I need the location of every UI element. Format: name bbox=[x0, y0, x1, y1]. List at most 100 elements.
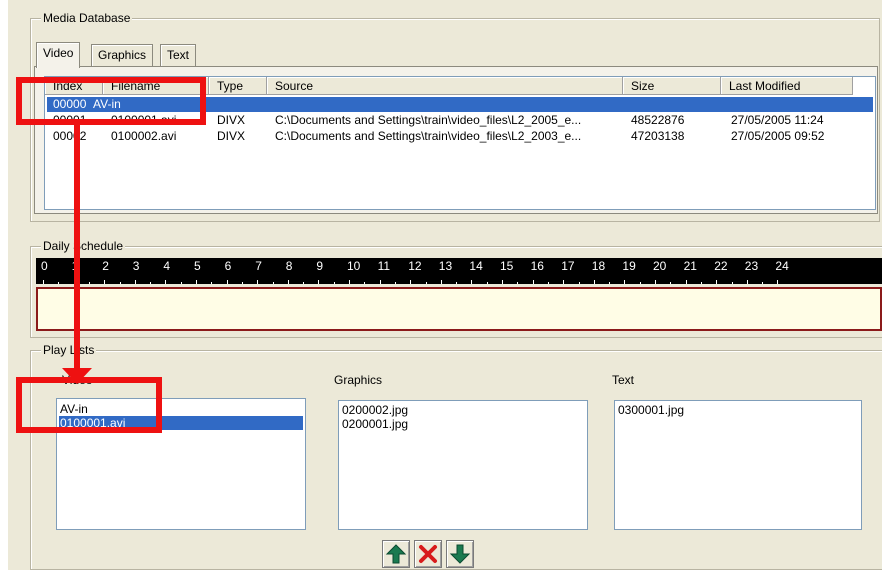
arrow-down-icon bbox=[449, 544, 471, 564]
cell-index: 00002 bbox=[53, 129, 87, 143]
arrow-up-icon bbox=[385, 544, 407, 564]
timeline-tick bbox=[394, 282, 396, 284]
schedule-track[interactable] bbox=[36, 287, 882, 331]
tab-video[interactable]: Video bbox=[36, 42, 81, 68]
timeline-tick bbox=[578, 282, 580, 284]
timeline-tick bbox=[593, 280, 595, 284]
table-row[interactable]: 00000 AV-in bbox=[47, 97, 873, 112]
column-header-source[interactable]: Source bbox=[267, 77, 623, 95]
timeline-tick bbox=[624, 280, 626, 284]
text-playlist[interactable]: 0300001.jpg bbox=[614, 400, 862, 530]
timeline-hour-label: 2 bbox=[102, 259, 109, 273]
timeline-tick bbox=[517, 282, 519, 284]
play-lists-title: Play Lists bbox=[41, 343, 97, 357]
video-playlist[interactable]: AV-in 0100001.avi bbox=[56, 398, 306, 530]
timeline-hour-label: 21 bbox=[683, 259, 697, 273]
timeline-hour-label: 3 bbox=[132, 259, 140, 273]
timeline-hour-label: 18 bbox=[591, 259, 606, 273]
table-row[interactable]: 00001 0100001.avi DIVX C:\Documents and … bbox=[47, 113, 873, 128]
timeline-tick bbox=[196, 280, 197, 284]
tab-video-label: Video bbox=[43, 46, 74, 60]
column-header-index[interactable]: Index bbox=[45, 77, 103, 95]
graphics-playlist[interactable]: 0200002.jpg 0200001.jpg bbox=[338, 400, 588, 530]
timeline-tick bbox=[547, 282, 549, 284]
cell-source: C:\Documents and Settings\train\video_fi… bbox=[275, 129, 582, 143]
timeline-tick bbox=[150, 282, 152, 284]
timeline-hour-label: 23 bbox=[744, 259, 759, 273]
timeline-tick bbox=[333, 282, 335, 284]
timeline-tick bbox=[88, 282, 90, 284]
timeline-tick bbox=[180, 282, 182, 284]
tab-graphics-label: Graphics bbox=[98, 48, 147, 62]
text-list-label: Text bbox=[612, 373, 635, 387]
list-item[interactable]: 0100001.avi bbox=[59, 416, 303, 430]
column-header-type[interactable]: Type bbox=[209, 77, 267, 95]
timeline-hour-label: 24 bbox=[775, 259, 789, 273]
timeline-tick bbox=[364, 282, 366, 284]
timeline-hour-label: 20 bbox=[653, 259, 667, 273]
timeline-tick bbox=[318, 280, 320, 284]
timeline-hour-label: 22 bbox=[714, 259, 728, 273]
timeline-hour-label: 13 bbox=[438, 259, 453, 273]
list-item[interactable]: AV-in bbox=[59, 402, 303, 416]
timeline-tick bbox=[425, 282, 427, 284]
tab-text[interactable]: Text bbox=[160, 44, 197, 67]
timeline-hour-label: 19 bbox=[622, 259, 636, 273]
table-row[interactable]: 00002 0100002.avi DIVX C:\Documents and … bbox=[47, 129, 873, 144]
list-item[interactable]: 0300001.jpg bbox=[617, 403, 859, 417]
cell-last-modified: 27/05/2005 09:52 bbox=[731, 129, 825, 143]
timeline-hour-label: 7 bbox=[255, 259, 262, 273]
list-item[interactable]: 0200001.jpg bbox=[341, 417, 585, 431]
red-x-icon bbox=[419, 545, 437, 563]
timeline-hour-label: 5 bbox=[194, 259, 201, 273]
annotation-arrow-head bbox=[62, 368, 92, 384]
move-up-button[interactable] bbox=[382, 540, 410, 568]
timeline-tick bbox=[303, 282, 305, 284]
column-header-last-modified[interactable]: Last Modified bbox=[721, 77, 853, 95]
schedule-timeline[interactable]: 0123456789101112131415161718192021222324 bbox=[36, 258, 882, 284]
daily-schedule-title: Daily Schedule bbox=[41, 239, 126, 253]
timeline-tick bbox=[685, 280, 687, 284]
timeline-tick bbox=[532, 280, 534, 284]
media-database-title: Media Database bbox=[41, 11, 133, 25]
timeline-tick bbox=[119, 282, 121, 284]
column-header-filename[interactable]: Filename bbox=[103, 77, 209, 95]
cell-source: C:\Documents and Settings\train\video_fi… bbox=[275, 113, 582, 127]
timeline-tick bbox=[272, 282, 274, 284]
timeline-tick bbox=[609, 282, 611, 284]
timeline-tick bbox=[379, 280, 381, 284]
timeline-tick bbox=[165, 280, 167, 284]
timeline-tick bbox=[43, 280, 44, 284]
timeline-tick bbox=[241, 282, 243, 284]
column-header-size[interactable]: Size bbox=[623, 77, 721, 95]
delete-button[interactable] bbox=[414, 540, 442, 568]
timeline-hour-label: 17 bbox=[561, 259, 575, 273]
timeline-tick bbox=[211, 282, 213, 284]
timeline-hour-label: 10 bbox=[347, 259, 361, 273]
cell-filename: AV-in bbox=[93, 97, 121, 111]
cell-last-modified: 27/05/2005 11:24 bbox=[731, 113, 824, 127]
timeline-hour-label: 0 bbox=[41, 259, 48, 273]
timeline-tick bbox=[762, 282, 764, 284]
tab-graphics[interactable]: Graphics bbox=[91, 44, 154, 67]
cell-type: DIVX bbox=[217, 113, 246, 127]
timeline-hour-label: 11 bbox=[377, 259, 391, 273]
move-down-button[interactable] bbox=[446, 540, 474, 568]
timeline-hour-label: 15 bbox=[500, 259, 514, 273]
timeline-tick bbox=[670, 282, 672, 284]
media-list[interactable]: Index Filename Type Source Size Last Mod… bbox=[44, 76, 876, 210]
timeline-hour-label: 12 bbox=[408, 259, 422, 273]
timeline-tick bbox=[58, 282, 60, 284]
timeline-tick bbox=[226, 280, 228, 284]
timeline-hour-label: 4 bbox=[163, 259, 171, 273]
timeline-tick bbox=[134, 280, 136, 284]
timeline-hour-label: 16 bbox=[530, 259, 544, 273]
timeline-tick bbox=[456, 282, 458, 284]
timeline-tick bbox=[471, 280, 473, 284]
timeline-tick bbox=[287, 280, 289, 284]
list-item[interactable]: 0200002.jpg bbox=[341, 403, 585, 417]
timeline-hour-label: 14 bbox=[469, 259, 483, 273]
tab-text-label: Text bbox=[167, 48, 190, 62]
cell-index: 00000 bbox=[53, 97, 87, 111]
timeline-tick bbox=[746, 280, 748, 284]
